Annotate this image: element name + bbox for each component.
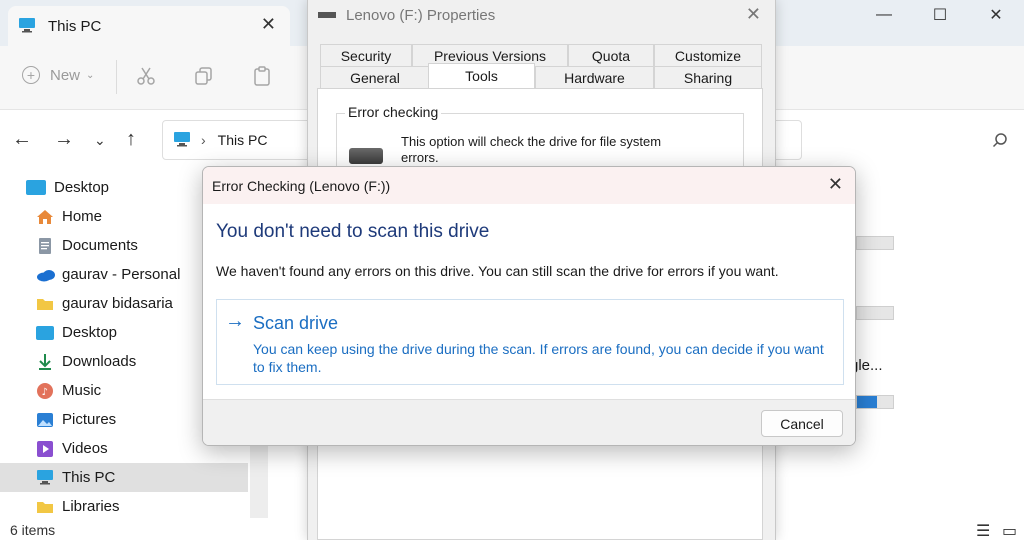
sidebar-item-label: Music [62, 382, 102, 399]
dialog-footer: Cancel [203, 399, 855, 445]
drive-icon [318, 12, 336, 18]
desktop-icon [26, 180, 46, 195]
up-arrow-icon[interactable]: ↑ [126, 128, 136, 151]
properties-titlebar: Lenovo (F:) Properties [308, 0, 775, 30]
paste-icon[interactable] [252, 66, 272, 89]
properties-title: Lenovo (F:) Properties [346, 6, 496, 24]
sidebar-item-label: Desktop [54, 179, 110, 196]
tab-tools[interactable]: Tools [428, 63, 535, 88]
downloads-icon [36, 353, 54, 371]
sidebar-item-label: Libraries [62, 498, 120, 515]
folder-icon [36, 295, 54, 313]
error-checking-dialog: Error Checking (Lenovo (F:)) ✕ You don't… [202, 166, 856, 446]
sidebar-item-label: Desktop [62, 324, 118, 341]
dialog-close-icon[interactable]: ✕ [828, 174, 843, 195]
cut-icon[interactable] [136, 66, 156, 89]
error-checking-label: Error checking [345, 104, 442, 120]
hard-drive-icon [349, 148, 383, 164]
sidebar-item-label: Pictures [62, 411, 117, 428]
arrow-right-icon: → [225, 310, 245, 332]
sidebar-item-label: Videos [62, 440, 108, 457]
dialog-titlebar: Error Checking (Lenovo (F:)) [203, 167, 855, 204]
sidebar-item-label: Downloads [62, 353, 137, 370]
scan-drive-description: You can keep using the drive during the … [253, 341, 824, 375]
drive-usage-bar [856, 306, 894, 320]
scan-drive-title: Scan drive [253, 313, 339, 333]
documents-icon [36, 237, 54, 255]
tab-quota[interactable]: Quota [568, 44, 654, 66]
drive-usage-bar [856, 236, 894, 250]
plus-icon: + [22, 66, 40, 84]
music-icon: ♪ [36, 382, 54, 400]
tab-security[interactable]: Security [320, 44, 412, 66]
scan-drive-command-link[interactable]: → Scan drive You can keep using the driv… [216, 299, 844, 385]
sidebar-item-label: This PC [62, 469, 116, 486]
details-view-icon[interactable]: ☰ [976, 521, 990, 540]
home-icon [36, 208, 54, 226]
back-arrow-icon[interactable]: ← [12, 128, 32, 151]
sidebar-item-label: gaurav - Personal [62, 266, 181, 283]
chevron-down-icon: ⌄ [86, 69, 95, 81]
tab-general[interactable]: General [320, 66, 430, 88]
properties-close-icon[interactable]: ✕ [746, 4, 761, 25]
tab-customize[interactable]: Customize [654, 44, 762, 66]
recent-chevron-icon[interactable]: ⌄ [94, 132, 106, 149]
pictures-icon [36, 411, 54, 429]
sidebar-scrollbar[interactable] [250, 440, 268, 518]
this-pc-icon [18, 17, 36, 36]
minimize-icon[interactable]: — [856, 0, 912, 30]
breadcrumb-this-pc[interactable]: This PC [218, 132, 268, 148]
this-pc-icon [36, 469, 54, 487]
this-pc-icon [173, 131, 191, 150]
breadcrumb-chevron-icon: › [201, 132, 206, 148]
window-close-icon[interactable]: ✕ [968, 0, 1024, 30]
drive-usage-fill [857, 396, 877, 408]
toolbar-divider [116, 60, 117, 94]
forward-arrow-icon[interactable]: → [54, 128, 74, 151]
dialog-heading: You don't need to scan this drive [216, 221, 490, 242]
sidebar-item-label: gaurav bidasaria [62, 295, 173, 312]
dialog-title: Error Checking (Lenovo (F:)) [212, 177, 391, 194]
error-checking-text: This option will check the drive for fil… [401, 134, 662, 165]
explorer-tab[interactable]: This PC ✕ [8, 6, 290, 46]
svg-text:♪: ♪ [42, 387, 48, 398]
tab-close-icon[interactable]: ✕ [261, 14, 276, 35]
sidebar-item-label: Home [62, 208, 103, 225]
tab-sharing[interactable]: Sharing [654, 66, 762, 88]
new-button[interactable]: + New ⌄ [22, 66, 94, 84]
tiles-view-icon[interactable]: ▭ [1002, 521, 1017, 540]
tab-hardware[interactable]: Hardware [535, 66, 654, 88]
folder-icon [36, 498, 54, 516]
sidebar-item-libraries[interactable]: Libraries [0, 492, 248, 521]
tab-title: This PC [48, 17, 102, 35]
sidebar-item-label: Documents [62, 237, 138, 254]
item-count: 6 items [10, 522, 56, 538]
onedrive-icon [36, 266, 55, 284]
search-icon[interactable] [992, 132, 1008, 151]
copy-icon[interactable] [194, 66, 214, 89]
window-controls: — ☐ ✕ [856, 0, 1024, 30]
new-label: New [50, 66, 81, 84]
drive-usage-bar-selected [856, 395, 894, 409]
cancel-button[interactable]: Cancel [761, 410, 843, 437]
videos-icon [36, 440, 54, 458]
dialog-description: We haven't found any errors on this driv… [216, 263, 779, 279]
desktop-icon [36, 325, 54, 340]
maximize-icon[interactable]: ☐ [912, 0, 968, 30]
sidebar-item-this-pc[interactable]: This PC [0, 463, 248, 492]
